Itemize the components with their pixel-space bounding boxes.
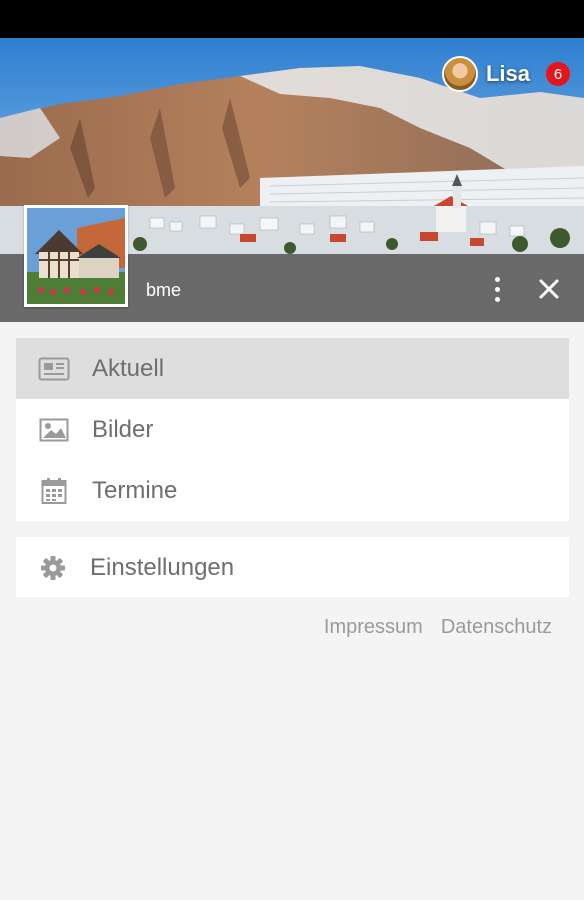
group-avatar[interactable] [24,205,128,307]
building-picture-icon [27,208,125,304]
menu-label: Termine [92,476,178,504]
more-options-button[interactable] [482,272,512,306]
settings-menu: Einstellungen [16,537,569,597]
main-menu: Aktuell Bilder Termine [16,338,569,521]
menu-label: Einstellungen [90,553,235,581]
footer-links: Impressum Datenschutz [324,616,552,639]
more-vert-icon [494,276,500,282]
menu-item-bilder[interactable]: Bilder [16,399,569,460]
avatar[interactable] [441,56,478,92]
menu-item-aktuell[interactable]: Aktuell [16,338,569,399]
group-name: bme [146,280,182,300]
calendar-icon [41,477,67,504]
user-chip[interactable]: Lisa 6 [441,56,570,92]
menu-label: Bilder [92,415,154,443]
gear-icon [41,555,65,580]
menu-label: Aktuell [92,354,165,382]
menu-item-termine[interactable]: Termine [16,460,569,521]
menu-item-einstellungen[interactable]: Einstellungen [16,537,569,598]
close-icon [539,279,559,299]
notification-badge[interactable]: 6 [546,62,570,86]
newspaper-icon [38,357,70,380]
impressum-link[interactable]: Impressum [324,616,423,639]
datenschutz-link[interactable]: Datenschutz [441,616,552,639]
close-button[interactable] [534,274,564,304]
status-bar [0,0,584,38]
user-name[interactable]: Lisa [486,61,530,87]
image-icon [39,418,69,441]
